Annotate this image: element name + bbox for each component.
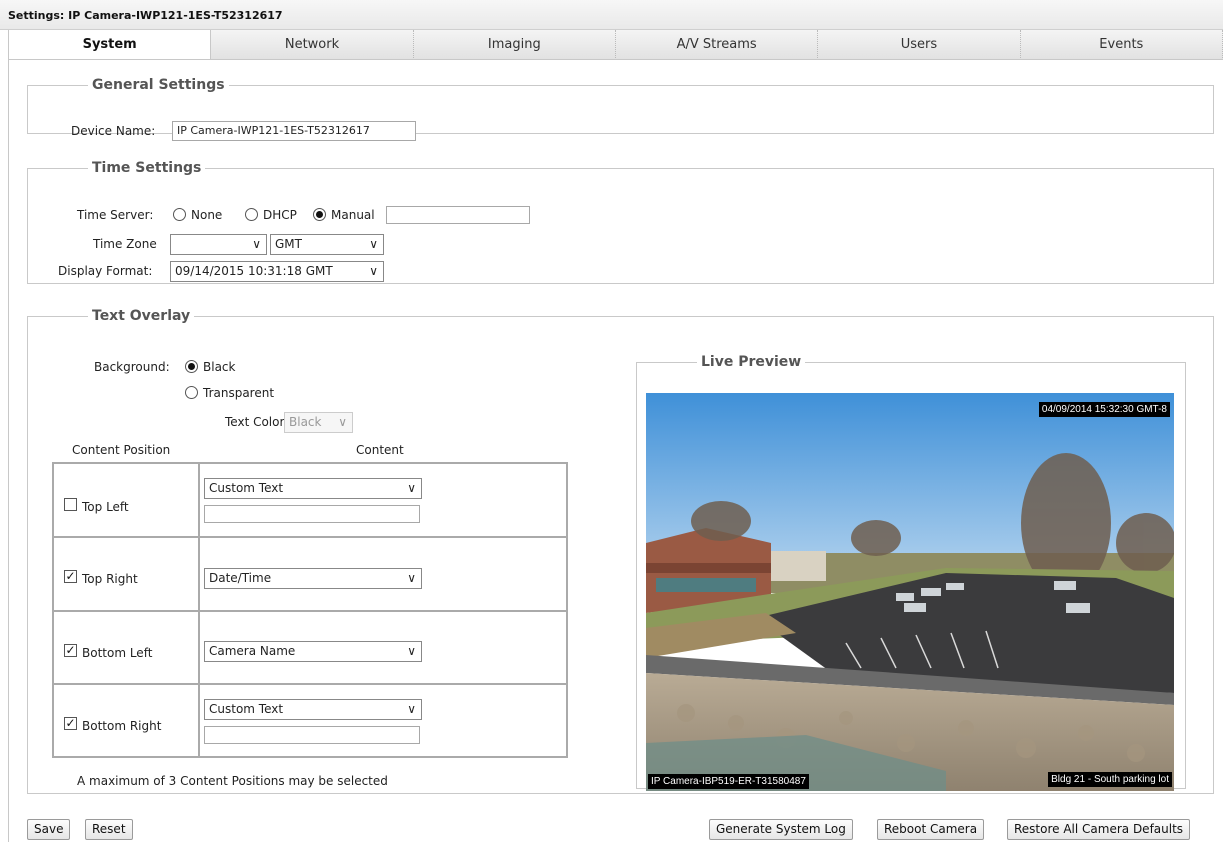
general-settings-legend: General Settings xyxy=(92,77,225,93)
camera-preview-image: 04/09/2014 15:32:30 GMT-8 IP Camera-IBP5… xyxy=(646,393,1174,791)
reset-button[interactable]: Reset xyxy=(85,819,133,840)
time-server-none-radio[interactable] xyxy=(173,208,186,221)
tab-imaging[interactable]: Imaging xyxy=(413,30,616,60)
system-settings-panel: General Settings Device Name: IP Camera-… xyxy=(8,59,1223,842)
generate-system-log-button[interactable]: Generate System Log xyxy=(709,819,853,840)
bottom-right-content-value: Custom Text xyxy=(209,702,284,716)
preview-custom-text-overlay: Bldg 21 - South parking lot xyxy=(1048,772,1172,787)
top-right-content-select[interactable]: Date/Time ∨ xyxy=(204,568,422,589)
chevron-down-icon: ∨ xyxy=(252,237,261,251)
chevron-down-icon: ∨ xyxy=(407,571,416,585)
save-button[interactable]: Save xyxy=(27,819,71,840)
time-zone-label: Time Zone xyxy=(93,237,157,251)
time-server-dhcp-radio[interactable] xyxy=(245,208,258,221)
bottom-left-checkbox[interactable]: ✓ xyxy=(64,644,77,657)
time-settings-legend: Time Settings xyxy=(92,160,202,176)
parking-lot-scene xyxy=(646,393,1174,791)
live-preview-legend: Live Preview xyxy=(701,354,802,370)
tab-bar: System Network Imaging A/V Streams Users… xyxy=(8,30,1223,60)
bottom-right-checkbox[interactable]: ✓ xyxy=(64,717,77,730)
reboot-camera-button[interactable]: Reboot Camera xyxy=(877,819,985,840)
content-header: Content xyxy=(356,443,404,457)
device-name-label: Device Name: xyxy=(71,124,156,138)
time-server-dhcp-label: DHCP xyxy=(263,208,297,222)
content-position-header: Content Position xyxy=(72,443,171,457)
preview-datetime-overlay: 04/09/2014 15:32:30 GMT-8 xyxy=(1038,402,1170,417)
background-label: Background: xyxy=(94,360,170,374)
top-right-checkbox[interactable]: ✓ xyxy=(64,570,77,583)
window-title: Settings: IP Camera-IWP121-1ES-T52312617 xyxy=(8,9,283,22)
live-preview-group: Live Preview 04/09/2014 15:32:30 GMT-8 I… xyxy=(636,354,1186,791)
top-left-checkbox[interactable] xyxy=(64,498,77,511)
time-settings-group: Time Settings Time Server: None DHCP Man… xyxy=(27,160,1214,284)
top-left-content-value: Custom Text xyxy=(209,481,284,495)
device-name-input[interactable]: IP Camera-IWP121-1ES-T52312617 xyxy=(172,121,416,141)
text-color-select[interactable]: Black ∨ xyxy=(284,412,353,433)
time-server-manual-radio[interactable] xyxy=(313,208,326,221)
tab-network[interactable]: Network xyxy=(211,30,414,60)
bottom-left-label: Bottom Left xyxy=(82,646,153,660)
preview-camera-name-overlay: IP Camera-IBP519-ER-T31580487 xyxy=(648,774,809,789)
display-format-select[interactable]: 09/14/2015 10:31:18 GMT ∨ xyxy=(170,261,384,282)
window-titlebar: Settings: IP Camera-IWP121-1ES-T52312617 xyxy=(0,0,1223,30)
chevron-down-icon: ∨ xyxy=(407,481,416,495)
row-divider xyxy=(54,610,566,612)
text-color-value: Black xyxy=(289,415,322,429)
text-overlay-legend: Text Overlay xyxy=(92,308,191,324)
top-left-custom-text-input[interactable] xyxy=(204,505,420,523)
general-settings-group: General Settings Device Name: IP Camera-… xyxy=(27,77,1214,141)
bottom-right-content-select[interactable]: Custom Text ∨ xyxy=(204,699,422,720)
time-zone-select[interactable]: ∨ xyxy=(170,234,267,255)
time-server-manual-label: Manual xyxy=(331,208,375,222)
time-zone-offset-value: GMT xyxy=(275,237,302,251)
chevron-down-icon: ∨ xyxy=(407,644,416,658)
tab-system[interactable]: System xyxy=(8,30,212,60)
background-black-radio[interactable] xyxy=(185,360,198,373)
row-divider xyxy=(54,683,566,685)
display-format-value: 09/14/2015 10:31:18 GMT xyxy=(175,264,333,278)
max-positions-note: A maximum of 3 Content Positions may be … xyxy=(77,774,388,788)
tab-events[interactable]: Events xyxy=(1020,30,1223,60)
bottom-right-label: Bottom Right xyxy=(82,719,162,733)
chevron-down-icon: ∨ xyxy=(407,702,416,716)
content-position-table: Top Left Custom Text ∨ ✓ Top Right Date/… xyxy=(52,462,568,758)
time-zone-offset-select[interactable]: GMT ∨ xyxy=(270,234,384,255)
display-format-label: Display Format: xyxy=(58,264,153,278)
top-left-label: Top Left xyxy=(82,500,129,514)
row-divider xyxy=(54,536,566,538)
chevron-down-icon: ∨ xyxy=(369,264,378,278)
background-transparent-label: Transparent xyxy=(203,386,275,400)
bottom-left-content-value: Camera Name xyxy=(209,644,296,658)
chevron-down-icon: ∨ xyxy=(369,237,378,251)
top-right-content-value: Date/Time xyxy=(209,571,272,585)
tab-users[interactable]: Users xyxy=(818,30,1021,60)
text-color-label: Text Color xyxy=(225,415,285,429)
time-server-manual-input[interactable] xyxy=(386,206,530,224)
background-transparent-radio[interactable] xyxy=(185,386,198,399)
text-overlay-group: Text Overlay Background: Black Transpare… xyxy=(27,308,1214,794)
restore-defaults-button[interactable]: Restore All Camera Defaults xyxy=(1007,819,1191,840)
bottom-right-custom-text-input[interactable] xyxy=(204,726,420,744)
time-server-label: Time Server: xyxy=(77,208,154,222)
top-right-label: Top Right xyxy=(82,572,138,586)
chevron-down-icon: ∨ xyxy=(338,415,347,429)
time-server-none-label: None xyxy=(191,208,223,222)
bottom-left-content-select[interactable]: Camera Name ∨ xyxy=(204,641,422,662)
tab-av-streams[interactable]: A/V Streams xyxy=(615,30,819,60)
background-black-label: Black xyxy=(203,360,236,374)
top-left-content-select[interactable]: Custom Text ∨ xyxy=(204,478,422,499)
